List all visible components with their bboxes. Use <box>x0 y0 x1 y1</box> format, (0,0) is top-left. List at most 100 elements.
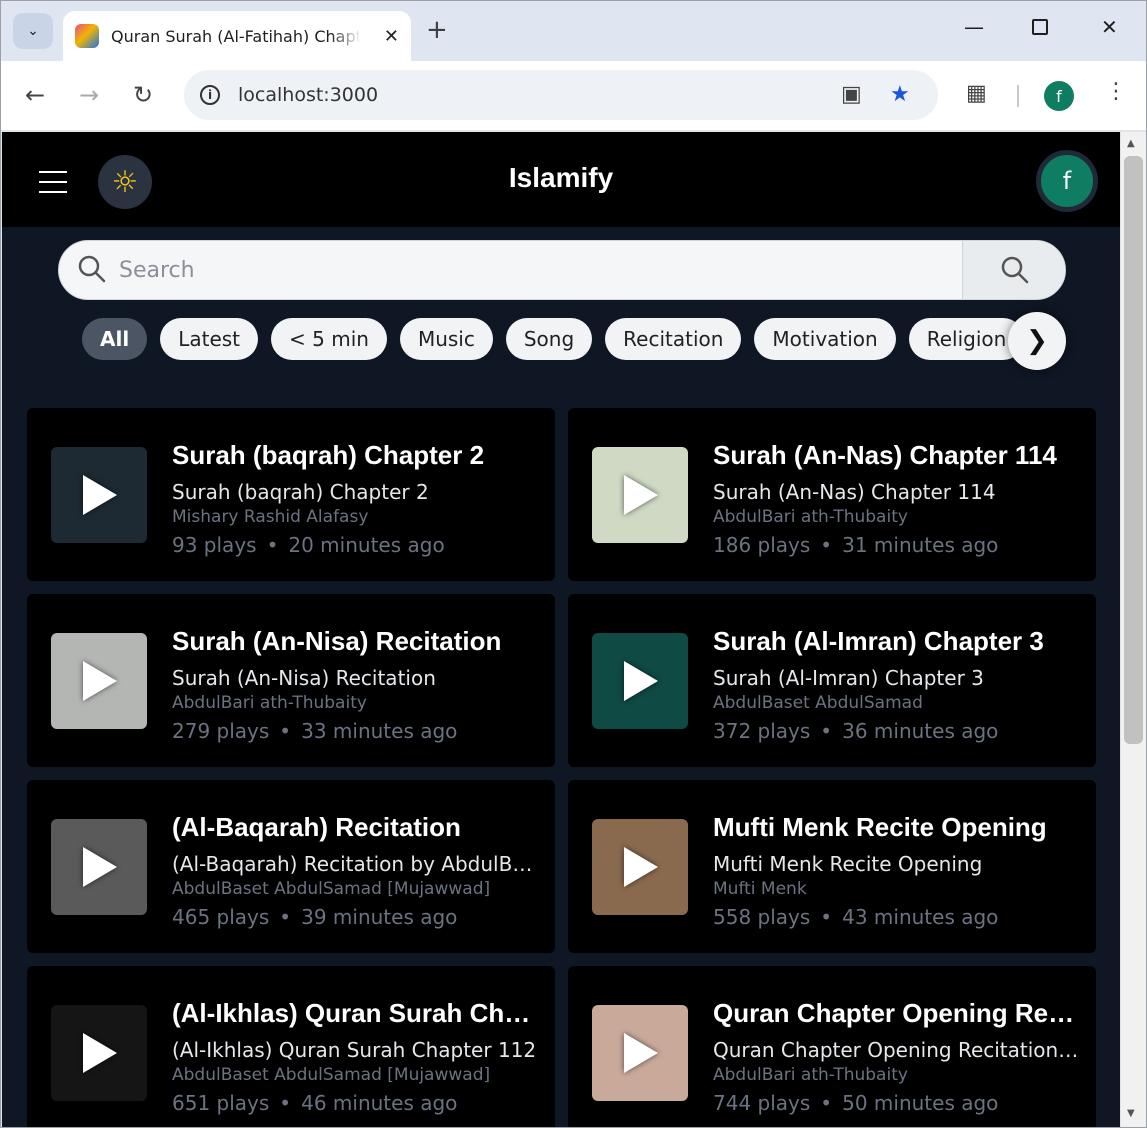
chevron-right-icon[interactable]: ❯ <box>1008 312 1066 370</box>
video-thumbnail[interactable] <box>592 819 688 915</box>
tab-search-button[interactable]: ⌄ <box>13 13 53 49</box>
chip-0[interactable]: All <box>82 318 148 360</box>
video-meta: 93 plays • 20 minutes ago <box>172 533 445 557</box>
video-author[interactable]: Mufti Menk <box>713 879 1083 899</box>
close-window-icon[interactable]: ✕ <box>1101 15 1118 39</box>
video-card[interactable]: Surah (An-Nisa) Recitation Surah (An-Nisa… <box>27 594 555 767</box>
video-thumbnail[interactable] <box>592 633 688 729</box>
chip-7[interactable]: Religion <box>908 318 1025 360</box>
video-card[interactable]: Surah (baqrah) Chapter 2 Surah (baqrah) C… <box>27 408 555 581</box>
chip-1[interactable]: Latest <box>160 318 259 360</box>
scrollbar-thumb[interactable] <box>1124 156 1143 744</box>
chip-5[interactable]: Recitation <box>605 318 742 360</box>
video-card[interactable]: (Al-Ikhlas) Quran Surah Chapter 112 (Al-I… <box>27 966 555 1127</box>
browser-tab[interactable]: Quran Surah (Al-Fatihah) Chapter 1 ✕ <box>63 11 411 61</box>
site-info-icon[interactable]: i <box>200 85 220 105</box>
back-arrow-icon[interactable]: ← <box>25 81 45 109</box>
favicon-icon <box>75 24 99 48</box>
browser-profile-avatar[interactable]: f <box>1044 81 1074 111</box>
video-title[interactable]: Mufti Menk Recite Opening <box>713 812 1083 843</box>
video-title[interactable]: Surah (baqrah) Chapter 2 <box>172 440 542 471</box>
play-icon <box>624 475 658 515</box>
video-thumbnail[interactable] <box>51 1005 147 1101</box>
meta-separator: • <box>820 1091 833 1115</box>
address-bar[interactable]: i localhost:3000 ▣ ★ <box>184 70 938 120</box>
browser-menu-icon[interactable]: ⋮ <box>1105 79 1127 104</box>
video-meta: 744 plays • 50 minutes ago <box>713 1091 998 1115</box>
chip-2[interactable]: < 5 min <box>271 318 387 360</box>
upload-time: 31 minutes ago <box>842 533 999 557</box>
meta-separator: • <box>820 905 833 929</box>
video-author[interactable]: AbdulBari ath-Thubaity <box>713 1065 1083 1085</box>
minimize-icon[interactable]: — <box>964 15 984 39</box>
browser-toolbar: ← → ↻ i localhost:3000 ▣ ★ ▦ f ⋮ <box>1 61 1146 131</box>
app-title: Islamify <box>508 162 614 193</box>
app-header: ☼ Islamify f <box>2 132 1120 227</box>
chevron-down-icon: ⌄ <box>27 23 39 39</box>
scroll-down-icon[interactable]: ▼ <box>1127 1108 1135 1119</box>
video-author[interactable]: AbdulBari ath-Thubaity <box>172 693 542 713</box>
play-icon <box>624 1033 658 1073</box>
video-subtitle: (Al-Ikhlas) Quran Surah Chapter 112 <box>172 1038 537 1062</box>
scroll-up-icon[interactable]: ▲ <box>1127 138 1135 149</box>
video-thumbnail[interactable] <box>51 633 147 729</box>
meta-separator: • <box>820 719 833 743</box>
category-chips: All Latest < 5 min Music Song Recitation Motiv… <box>82 318 1042 362</box>
upload-time: 46 minutes ago <box>301 1091 458 1115</box>
video-title[interactable]: (Al-Baqarah) Recitation <box>172 812 542 843</box>
user-avatar[interactable]: f <box>1036 150 1098 212</box>
extensions-icon[interactable]: ▦ <box>966 81 987 106</box>
video-author[interactable]: AbdulBaset AbdulSamad [Mujawwad] <box>172 879 542 899</box>
chip-3[interactable]: Music <box>399 318 493 360</box>
search-button[interactable] <box>962 241 1065 299</box>
video-title[interactable]: Surah (An-Nisa) Recitation <box>172 626 542 657</box>
video-subtitle: Surah (An-Nisa) Recitation <box>172 666 436 690</box>
tab-strip: ⌄ Quran Surah (Al-Fatihah) Chapter 1 ✕ +… <box>1 1 1146 61</box>
toolbar-divider <box>1017 85 1019 107</box>
meta-separator: • <box>279 719 292 743</box>
play-count: 558 plays <box>713 905 811 929</box>
video-title[interactable]: Surah (An-Nas) Chapter 114 <box>713 440 1083 471</box>
upload-time: 20 minutes ago <box>288 533 445 557</box>
video-card[interactable]: Mufti Menk Recite Opening Mufti Menk Reci… <box>568 780 1096 953</box>
reload-icon[interactable]: ↻ <box>133 81 153 109</box>
url-text: localhost:3000 <box>238 84 379 106</box>
video-author[interactable]: AbdulBaset AbdulSamad <box>713 693 1083 713</box>
video-title[interactable]: Surah (Al-Imran) Chapter 3 <box>713 626 1083 657</box>
video-title[interactable]: Quran Chapter Opening Recitation by Abdu… <box>713 998 1083 1029</box>
video-author[interactable]: Mishary Rashid Alafasy <box>172 507 542 527</box>
close-tab-icon[interactable]: ✕ <box>384 26 399 47</box>
video-thumbnail[interactable] <box>592 1005 688 1101</box>
video-author[interactable]: AbdulBari ath-Thubaity <box>713 507 1083 527</box>
video-thumbnail[interactable] <box>51 447 147 543</box>
upload-time: 33 minutes ago <box>301 719 458 743</box>
video-card[interactable]: Surah (Al-Imran) Chapter 3 Surah (Al-Imra… <box>568 594 1096 767</box>
search-input[interactable] <box>119 241 959 299</box>
scrollbar[interactable]: ▲ ▼ <box>1121 132 1146 1127</box>
video-subtitle: (Al-Baqarah) Recitation by AbdulBaset Ab… <box>172 852 542 876</box>
chip-6[interactable]: Motivation <box>754 318 896 360</box>
maximize-icon[interactable] <box>1032 19 1048 35</box>
forward-arrow-icon[interactable]: → <box>79 81 99 109</box>
play-icon <box>83 1033 117 1073</box>
bookmark-star-icon[interactable]: ★ <box>890 82 910 107</box>
chip-4[interactable]: Song <box>505 318 593 360</box>
new-tab-button[interactable]: + <box>426 15 448 45</box>
search-icon <box>1001 256 1028 284</box>
play-count: 372 plays <box>713 719 811 743</box>
video-meta: 372 plays • 36 minutes ago <box>713 719 998 743</box>
video-author[interactable]: AbdulBaset AbdulSamad [Mujawwad] <box>172 1065 542 1085</box>
play-icon <box>83 847 117 887</box>
play-icon <box>624 661 658 701</box>
video-card[interactable]: Quran Chapter Opening Recitation by Abdu… <box>568 966 1096 1127</box>
video-title[interactable]: (Al-Ikhlas) Quran Surah Chapter 112 <box>172 998 542 1029</box>
upload-time: 43 minutes ago <box>842 905 999 929</box>
meta-separator: • <box>820 533 833 557</box>
video-card[interactable]: (Al-Baqarah) Recitation (Al-Baqarah) Reci… <box>27 780 555 953</box>
meta-separator: • <box>266 533 279 557</box>
video-thumbnail[interactable] <box>592 447 688 543</box>
video-card[interactable]: Surah (An-Nas) Chapter 114 Surah (An-Nas)… <box>568 408 1096 581</box>
video-thumbnail[interactable] <box>51 819 147 915</box>
install-app-icon[interactable]: ▣ <box>841 82 862 107</box>
play-count: 465 plays <box>172 905 270 929</box>
